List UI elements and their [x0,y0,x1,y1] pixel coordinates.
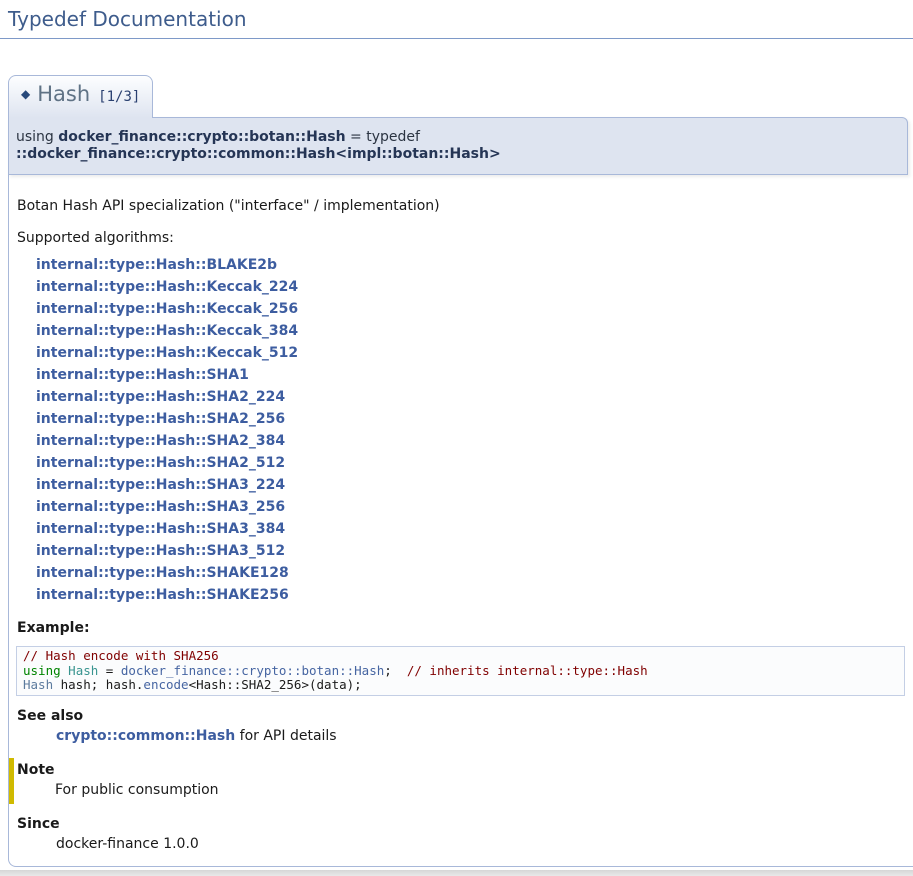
prototype-segment: using [16,129,58,145]
member-overload-count: [1/3] [98,89,140,105]
algorithm-list-item: internal::type::Hash::SHA3_384 [36,518,913,540]
code-link[interactable]: encode [143,677,188,692]
prototype-segment: = typedef [346,129,420,145]
algorithm-list-item: internal::type::Hash::SHA2_224 [36,386,913,408]
algorithm-list-item: internal::type::Hash::Keccak_384 [36,320,913,342]
since-heading: Since [17,816,913,832]
note-section: Note For public consumption [9,758,913,804]
algorithm-link[interactable]: internal::type::Hash::SHA3_224 [36,477,285,493]
member-title-tab: ◆ Hash [1/3] [8,75,153,118]
prototype-segment: docker_finance::crypto::botan::Hash [58,129,345,145]
code-token: // inherits internal::type::Hash [407,663,648,678]
algorithm-link[interactable]: internal::type::Hash::SHA1 [36,367,249,383]
algorithm-list-item: internal::type::Hash::SHA3_512 [36,540,913,562]
code-line: using Hash = docker_finance::crypto::bot… [23,664,898,679]
prototype-segment: ::docker_finance::crypto::common::Hash<i… [16,146,501,162]
algorithm-list-item: internal::type::Hash::SHA3_224 [36,474,913,496]
algorithm-link[interactable]: internal::type::Hash::Keccak_256 [36,301,298,317]
algorithm-list-item: internal::type::Hash::BLAKE2b [36,254,913,276]
algorithm-list-item: internal::type::Hash::Keccak_224 [36,276,913,298]
code-token: hash; hash. [53,677,143,692]
algorithm-link[interactable]: internal::type::Hash::SHA3_256 [36,499,285,515]
member-prototype: using docker_finance::crypto::botan::Has… [8,117,908,175]
algorithm-list-item: internal::type::Hash::SHA3_256 [36,496,913,518]
example-heading: Example: [17,620,913,636]
code-token: <Hash::SHA2_256>(data); [189,677,362,692]
algorithm-list-item: internal::type::Hash::SHA2_384 [36,430,913,452]
algorithm-list-item: internal::type::Hash::SHAKE256 [36,584,913,606]
note-heading: Note [17,762,913,778]
crypto-common-hash-link[interactable]: crypto::common::Hash [56,728,235,744]
since-section: Since docker-finance 1.0.0 [17,816,913,852]
description-text: Botan Hash API specialization ("interfac… [17,198,913,214]
page-title: Typedef Documentation [0,0,913,39]
code-token: Hash [68,663,98,678]
algorithm-link[interactable]: internal::type::Hash::Keccak_224 [36,279,298,295]
code-example: // Hash encode with SHA256using Hash = d… [16,646,905,696]
code-token: using [23,663,61,678]
code-line: Hash hash; hash.encode<Hash::SHA2_256>(d… [23,678,898,693]
algorithm-list-item: internal::type::Hash::SHA2_512 [36,452,913,474]
algorithm-list-item: internal::type::Hash::SHA1 [36,364,913,386]
algorithm-list-item: internal::type::Hash::SHAKE128 [36,562,913,584]
code-token: = [98,663,121,678]
code-line: // Hash encode with SHA256 [23,649,898,664]
algorithm-list-item: internal::type::Hash::SHA2_256 [36,408,913,430]
algorithm-link[interactable]: internal::type::Hash::SHAKE256 [36,587,289,603]
algorithm-list: internal::type::Hash::BLAKE2binternal::t… [36,254,913,606]
member-name: Hash [37,82,90,106]
see-also-section: See also crypto::common::Hash for API de… [17,708,913,744]
algorithm-link[interactable]: internal::type::Hash::SHA2_512 [36,455,285,471]
algorithm-link[interactable]: internal::type::Hash::SHA2_256 [36,411,285,427]
code-token: Hash [23,677,53,692]
algorithm-link[interactable]: internal::type::Hash::BLAKE2b [36,257,277,273]
see-also-heading: See also [17,708,913,724]
typedef-member-hash: ◆Hash[1/3] using docker_finance::crypto:… [8,75,913,867]
code-token: ; [384,663,407,678]
note-content: For public consumption [55,782,913,798]
code-link[interactable]: docker_finance::crypto::botan::Hash [121,663,384,678]
see-also-content: crypto::common::Hash for API details [56,728,913,744]
see-also-text: for API details [235,728,336,744]
algorithm-list-item: internal::type::Hash::Keccak_512 [36,342,913,364]
algorithm-link[interactable]: internal::type::Hash::SHA3_512 [36,543,285,559]
algorithm-link[interactable]: internal::type::Hash::SHA2_224 [36,389,285,405]
algorithm-list-item: internal::type::Hash::Keccak_256 [36,298,913,320]
member-documentation: Botan Hash API specialization ("interfac… [8,175,913,867]
algorithm-link[interactable]: internal::type::Hash::Keccak_384 [36,323,298,339]
anchor-diamond-icon[interactable]: ◆ [21,82,30,107]
algorithm-link[interactable]: internal::type::Hash::SHAKE128 [36,565,289,581]
supported-algorithms-heading: Supported algorithms: [17,230,913,246]
code-token: // Hash encode with SHA256 [23,648,219,663]
algorithm-link[interactable]: internal::type::Hash::SHA3_384 [36,521,285,537]
algorithm-link[interactable]: internal::type::Hash::Keccak_512 [36,345,298,361]
algorithm-link[interactable]: internal::type::Hash::SHA2_384 [36,433,285,449]
since-content: docker-finance 1.0.0 [56,836,913,852]
